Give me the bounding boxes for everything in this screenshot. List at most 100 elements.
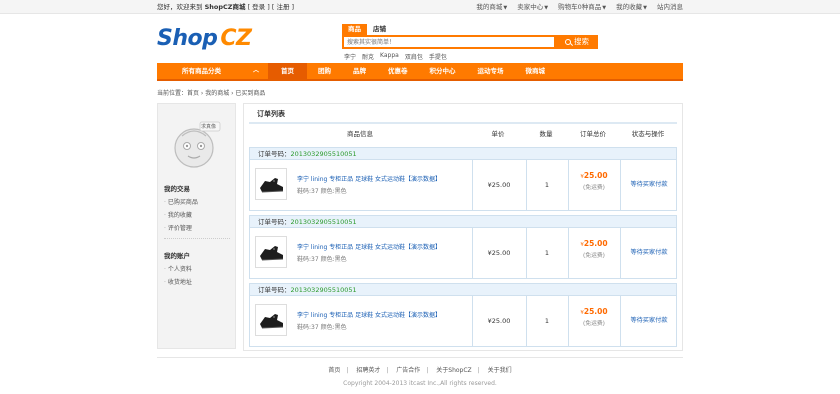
- footer-link-ads[interactable]: 广告合作: [396, 367, 420, 374]
- search-icon: [565, 38, 571, 45]
- status-link[interactable]: 等待买家付款: [620, 296, 678, 346]
- search-tab-shops[interactable]: 店铺: [367, 24, 392, 35]
- nav-item-points[interactable]: 积分中心: [419, 63, 467, 79]
- nav-item-home[interactable]: 首页: [268, 63, 307, 79]
- search-button-label: 搜索: [574, 37, 589, 46]
- sidebar-item-address[interactable]: 收货地址: [164, 277, 192, 286]
- register-link[interactable]: [ 注册 ]: [272, 3, 294, 11]
- quantity: 1: [544, 181, 550, 189]
- order-total: ¥25.00 (免运费): [568, 307, 620, 327]
- site-logo[interactable]: Shop CZ: [157, 26, 252, 51]
- top-menu-favorites[interactable]: 我的收藏▼: [616, 0, 647, 15]
- status-link[interactable]: 等待买家付款: [620, 160, 678, 210]
- all-categories-label: 所有商品分类: [182, 67, 221, 75]
- hot-words: 李宁 耐克 Kappa 双肩包 手提包: [344, 52, 447, 61]
- search-button[interactable]: 搜索: [556, 35, 598, 49]
- welcome-text: 您好，欢迎来到 ShopCZ商城 [ 登录 ] [ 注册 ]: [157, 0, 294, 14]
- logo-text-shop: Shop: [157, 26, 218, 51]
- all-categories-button[interactable]: 所有商品分类 ︿: [157, 63, 267, 79]
- avatar-tag: 求真像: [201, 124, 217, 130]
- column-header-product: 商品信息: [347, 130, 373, 138]
- footer-link-about-shopcz[interactable]: 关于ShopCZ: [436, 367, 471, 374]
- order-number[interactable]: 2013032905510051: [291, 218, 357, 226]
- sidebar-item-favorites[interactable]: 我的收藏: [164, 210, 192, 219]
- sidebar-group-trades: 我的交易: [164, 185, 190, 193]
- footer-separator: |: [386, 367, 389, 374]
- sidebar: 求真像 我的交易 已购买商品 我的收藏 评价管理 我的账户 个人资料 收货地址: [157, 103, 236, 349]
- product-name-link[interactable]: 李宁 lining 专柜正品 足球鞋 女式运动鞋【演示数据】: [297, 311, 457, 320]
- total-amount: 25.00: [583, 239, 608, 248]
- footer-separator: |: [426, 367, 429, 374]
- hot-word[interactable]: Kappa: [380, 52, 399, 61]
- breadcrumb: 当前位置：首页 › 我的商城 › 已买到商品: [157, 90, 266, 97]
- logo-text-cz: CZ: [220, 26, 252, 51]
- footer-links: 首页 | 招聘英才 | 广告合作 | 关于ShopCZ | 关于我们: [0, 365, 840, 374]
- product-image[interactable]: [255, 236, 287, 268]
- hot-word[interactable]: 李宁: [344, 52, 356, 61]
- quantity: 1: [544, 249, 550, 257]
- top-menu-messages[interactable]: 站内消息: [657, 0, 683, 15]
- sidebar-divider: [164, 238, 230, 239]
- search-input[interactable]: [344, 37, 554, 47]
- shipping-note: (免运费): [583, 185, 605, 191]
- sidebar-item-reviews[interactable]: 评价管理: [164, 223, 192, 232]
- unit-price: ¥25.00: [487, 249, 511, 257]
- product-name-link[interactable]: 李宁 lining 专柜正品 足球鞋 女式运动鞋【演示数据】: [297, 243, 457, 252]
- order-panel: 订单列表 商品信息 单价 数量 订单总价 状态与操作 订单号码：20130329…: [243, 103, 683, 351]
- quantity: 1: [544, 317, 550, 325]
- total-amount: 25.00: [583, 171, 608, 180]
- product-attributes: 鞋码:37 颜色:黑色: [297, 256, 347, 263]
- panel-title: 订单列表: [257, 110, 285, 118]
- order-row: 订单号码：2013032905510051 李宁 lining 专柜正品 足球鞋…: [249, 147, 677, 211]
- sidebar-item-purchased[interactable]: 已购买商品: [164, 197, 198, 206]
- column-header-status: 状态与操作: [631, 130, 665, 138]
- product-image[interactable]: [255, 304, 287, 336]
- nav-item-sports[interactable]: 运动专场: [467, 63, 515, 79]
- search-tabs: 商品 店铺: [342, 24, 392, 35]
- footer-separator: |: [477, 367, 480, 374]
- footer-separator: |: [346, 367, 349, 374]
- chevron-down-icon: ▼: [503, 5, 508, 11]
- chevron-up-icon: ︿: [252, 67, 259, 74]
- order-row: 订单号码：2013032905510051 李宁 lining 专柜正品 足球鞋…: [249, 283, 677, 347]
- search-tab-products[interactable]: 商品: [342, 24, 367, 35]
- top-menu-seller-center[interactable]: 卖家中心▼: [517, 0, 548, 15]
- order-row: 订单号码：2013032905510051 李宁 lining 专柜正品 足球鞋…: [249, 215, 677, 279]
- sidebar-item-profile[interactable]: 个人资料: [164, 264, 192, 273]
- shipping-note: (免运费): [583, 253, 605, 259]
- footer-link-jobs[interactable]: 招聘英才: [356, 367, 380, 374]
- sidebar-group-account: 我的账户: [164, 252, 190, 260]
- hot-word[interactable]: 耐克: [362, 52, 374, 61]
- hot-word[interactable]: 手提包: [429, 52, 447, 61]
- nav-item-coupons[interactable]: 优惠卷: [377, 63, 419, 79]
- order-number[interactable]: 2013032905510051: [291, 286, 357, 294]
- column-header-price: 单价: [491, 130, 505, 138]
- product-attributes: 鞋码:37 颜色:黑色: [297, 188, 347, 195]
- order-header: 订单号码：2013032905510051: [250, 216, 676, 228]
- chevron-down-icon: ▼: [643, 5, 647, 11]
- top-menu-cart[interactable]: 购物车0种商品▼: [558, 0, 606, 15]
- nav-item-micro-mall[interactable]: 微商城: [515, 63, 557, 79]
- search-box: [342, 35, 556, 49]
- shipping-note: (免运费): [583, 321, 605, 327]
- login-link[interactable]: [ 登录 ]: [248, 3, 270, 11]
- order-number[interactable]: 2013032905510051: [291, 150, 357, 158]
- chevron-down-icon: ▼: [602, 5, 607, 11]
- footer-link-home[interactable]: 首页: [328, 367, 340, 374]
- unit-price: ¥25.00: [487, 181, 511, 189]
- top-menu: 我的商城▼ 卖家中心▼ 购物车0种商品▼ 我的收藏▼ 站内消息: [476, 0, 683, 15]
- product-image[interactable]: [255, 168, 287, 200]
- column-header-quantity: 数量: [539, 130, 553, 138]
- status-link[interactable]: 等待买家付款: [620, 228, 678, 278]
- product-name-link[interactable]: 李宁 lining 专柜正品 足球鞋 女式运动鞋【演示数据】: [297, 175, 457, 184]
- footer-link-about-us[interactable]: 关于我们: [488, 367, 512, 374]
- nav-item-brands[interactable]: 品牌: [342, 63, 377, 79]
- hot-word[interactable]: 双肩包: [405, 52, 423, 61]
- order-header: 订单号码：2013032905510051: [250, 148, 676, 160]
- copyright: Copyright 2004-2013 itcast Inc.,All righ…: [343, 380, 497, 387]
- top-menu-my-mall[interactable]: 我的商城▼: [476, 0, 507, 15]
- order-total: ¥25.00 (免运费): [568, 239, 620, 259]
- avatar[interactable]: 求真像: [172, 118, 222, 170]
- nav-item-groupbuy[interactable]: 团购: [307, 63, 342, 79]
- order-header: 订单号码：2013032905510051: [250, 284, 676, 296]
